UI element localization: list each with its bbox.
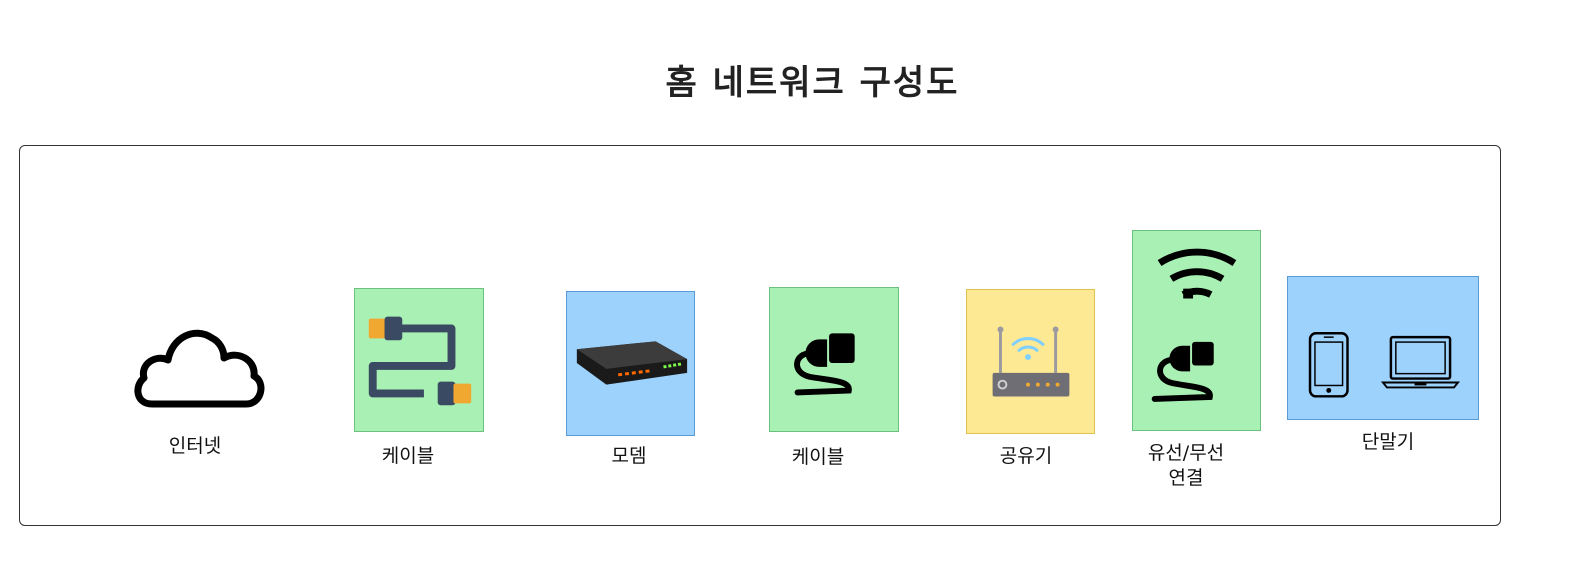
internet-label: 인터넷 <box>168 435 222 457</box>
cable-label-2: 케이블 <box>791 446 845 468</box>
power-plug-icon <box>1151 341 1214 402</box>
plug-tile <box>769 287 899 432</box>
modem-icon <box>576 341 688 385</box>
connection-tile <box>1132 230 1261 431</box>
devices-tile <box>1287 276 1479 420</box>
modem-tile <box>566 291 695 436</box>
cable-tile <box>354 288 484 432</box>
cable-label-1: 케이블 <box>381 445 435 467</box>
devices-label: 단말기 <box>1361 431 1415 453</box>
power-plug-icon <box>794 333 855 396</box>
connection-label-line-2: 연결 <box>1168 467 1204 489</box>
hdmi-cable-icon <box>368 316 472 406</box>
cloud-icon <box>134 329 265 408</box>
laptop-icon <box>1380 335 1460 389</box>
diagram-title: 홈 네트워크 구성도 <box>665 63 960 103</box>
connection-label: 유선/무선 연결 <box>1086 441 1286 491</box>
router-icon <box>992 326 1070 397</box>
router-tile <box>966 289 1095 434</box>
connection-label-line-1: 유선/무선 <box>1147 442 1225 464</box>
modem-label: 모뎀 <box>611 445 647 467</box>
